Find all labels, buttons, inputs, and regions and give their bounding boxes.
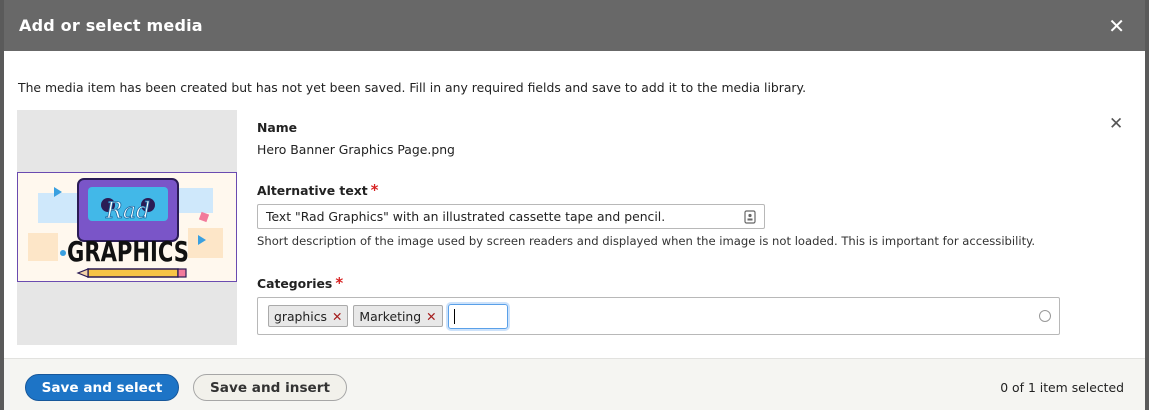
save-and-insert-button[interactable]: Save and insert [193, 374, 347, 401]
autocomplete-throbber-icon [1039, 310, 1051, 322]
close-icon[interactable]: ✕ [1108, 16, 1125, 36]
categories-label: Categories * [257, 274, 1067, 292]
name-value: Hero Banner Graphics Page.png [257, 142, 455, 157]
dialog-titlebar: Add or select media ✕ [4, 0, 1145, 51]
save-and-select-button[interactable]: Save and select [25, 374, 179, 401]
alt-text-field[interactable]: Text "Rad Graphics" with an illustrated … [257, 204, 765, 229]
dialog-title: Add or select media [19, 16, 203, 35]
thumbnail-panel: Rad GRAPHICS [17, 110, 237, 345]
alt-text-value: Text "Rad Graphics" with an illustrated … [266, 209, 666, 224]
tag-label: Marketing [359, 308, 422, 324]
autofill-icon [744, 209, 756, 224]
required-marker: * [370, 181, 379, 199]
rad-graphics-image: Rad GRAPHICS [18, 173, 236, 281]
remove-media-icon[interactable]: ✕ [1109, 114, 1123, 134]
status-message: The media item has been created but has … [18, 80, 807, 95]
tag-graphics: graphics ✕ [268, 305, 349, 327]
categories-input[interactable] [447, 303, 508, 329]
media-thumbnail: Rad GRAPHICS [17, 172, 237, 282]
tag-label: graphics [274, 308, 327, 324]
tag-remove-icon[interactable]: ✕ [332, 309, 342, 324]
thumbnail-graphics-text: GRAPHICS [67, 235, 189, 268]
tag-remove-icon[interactable]: ✕ [426, 309, 436, 324]
selection-count: 0 of 1 item selected [1000, 380, 1124, 395]
thumbnail-rad-text: Rad [105, 199, 150, 224]
dialog-footer: Save and select Save and insert 0 of 1 i… [4, 358, 1145, 410]
tag-marketing: Marketing ✕ [353, 305, 443, 327]
alt-text-label: Alternative text * [257, 181, 1067, 199]
categories-field[interactable]: graphics ✕ Marketing ✕ [257, 297, 1060, 335]
media-fields: Name Hero Banner Graphics Page.png Alter… [257, 120, 1067, 335]
text-cursor [453, 308, 455, 324]
name-label: Name [257, 120, 298, 135]
alt-text-label-text: Alternative text [257, 183, 368, 198]
required-marker: * [335, 274, 344, 292]
alt-text-description: Short description of the image used by s… [257, 234, 1036, 248]
categories-label-text: Categories [257, 276, 333, 291]
media-dialog: Add or select media ✕ The media item has… [4, 0, 1145, 410]
